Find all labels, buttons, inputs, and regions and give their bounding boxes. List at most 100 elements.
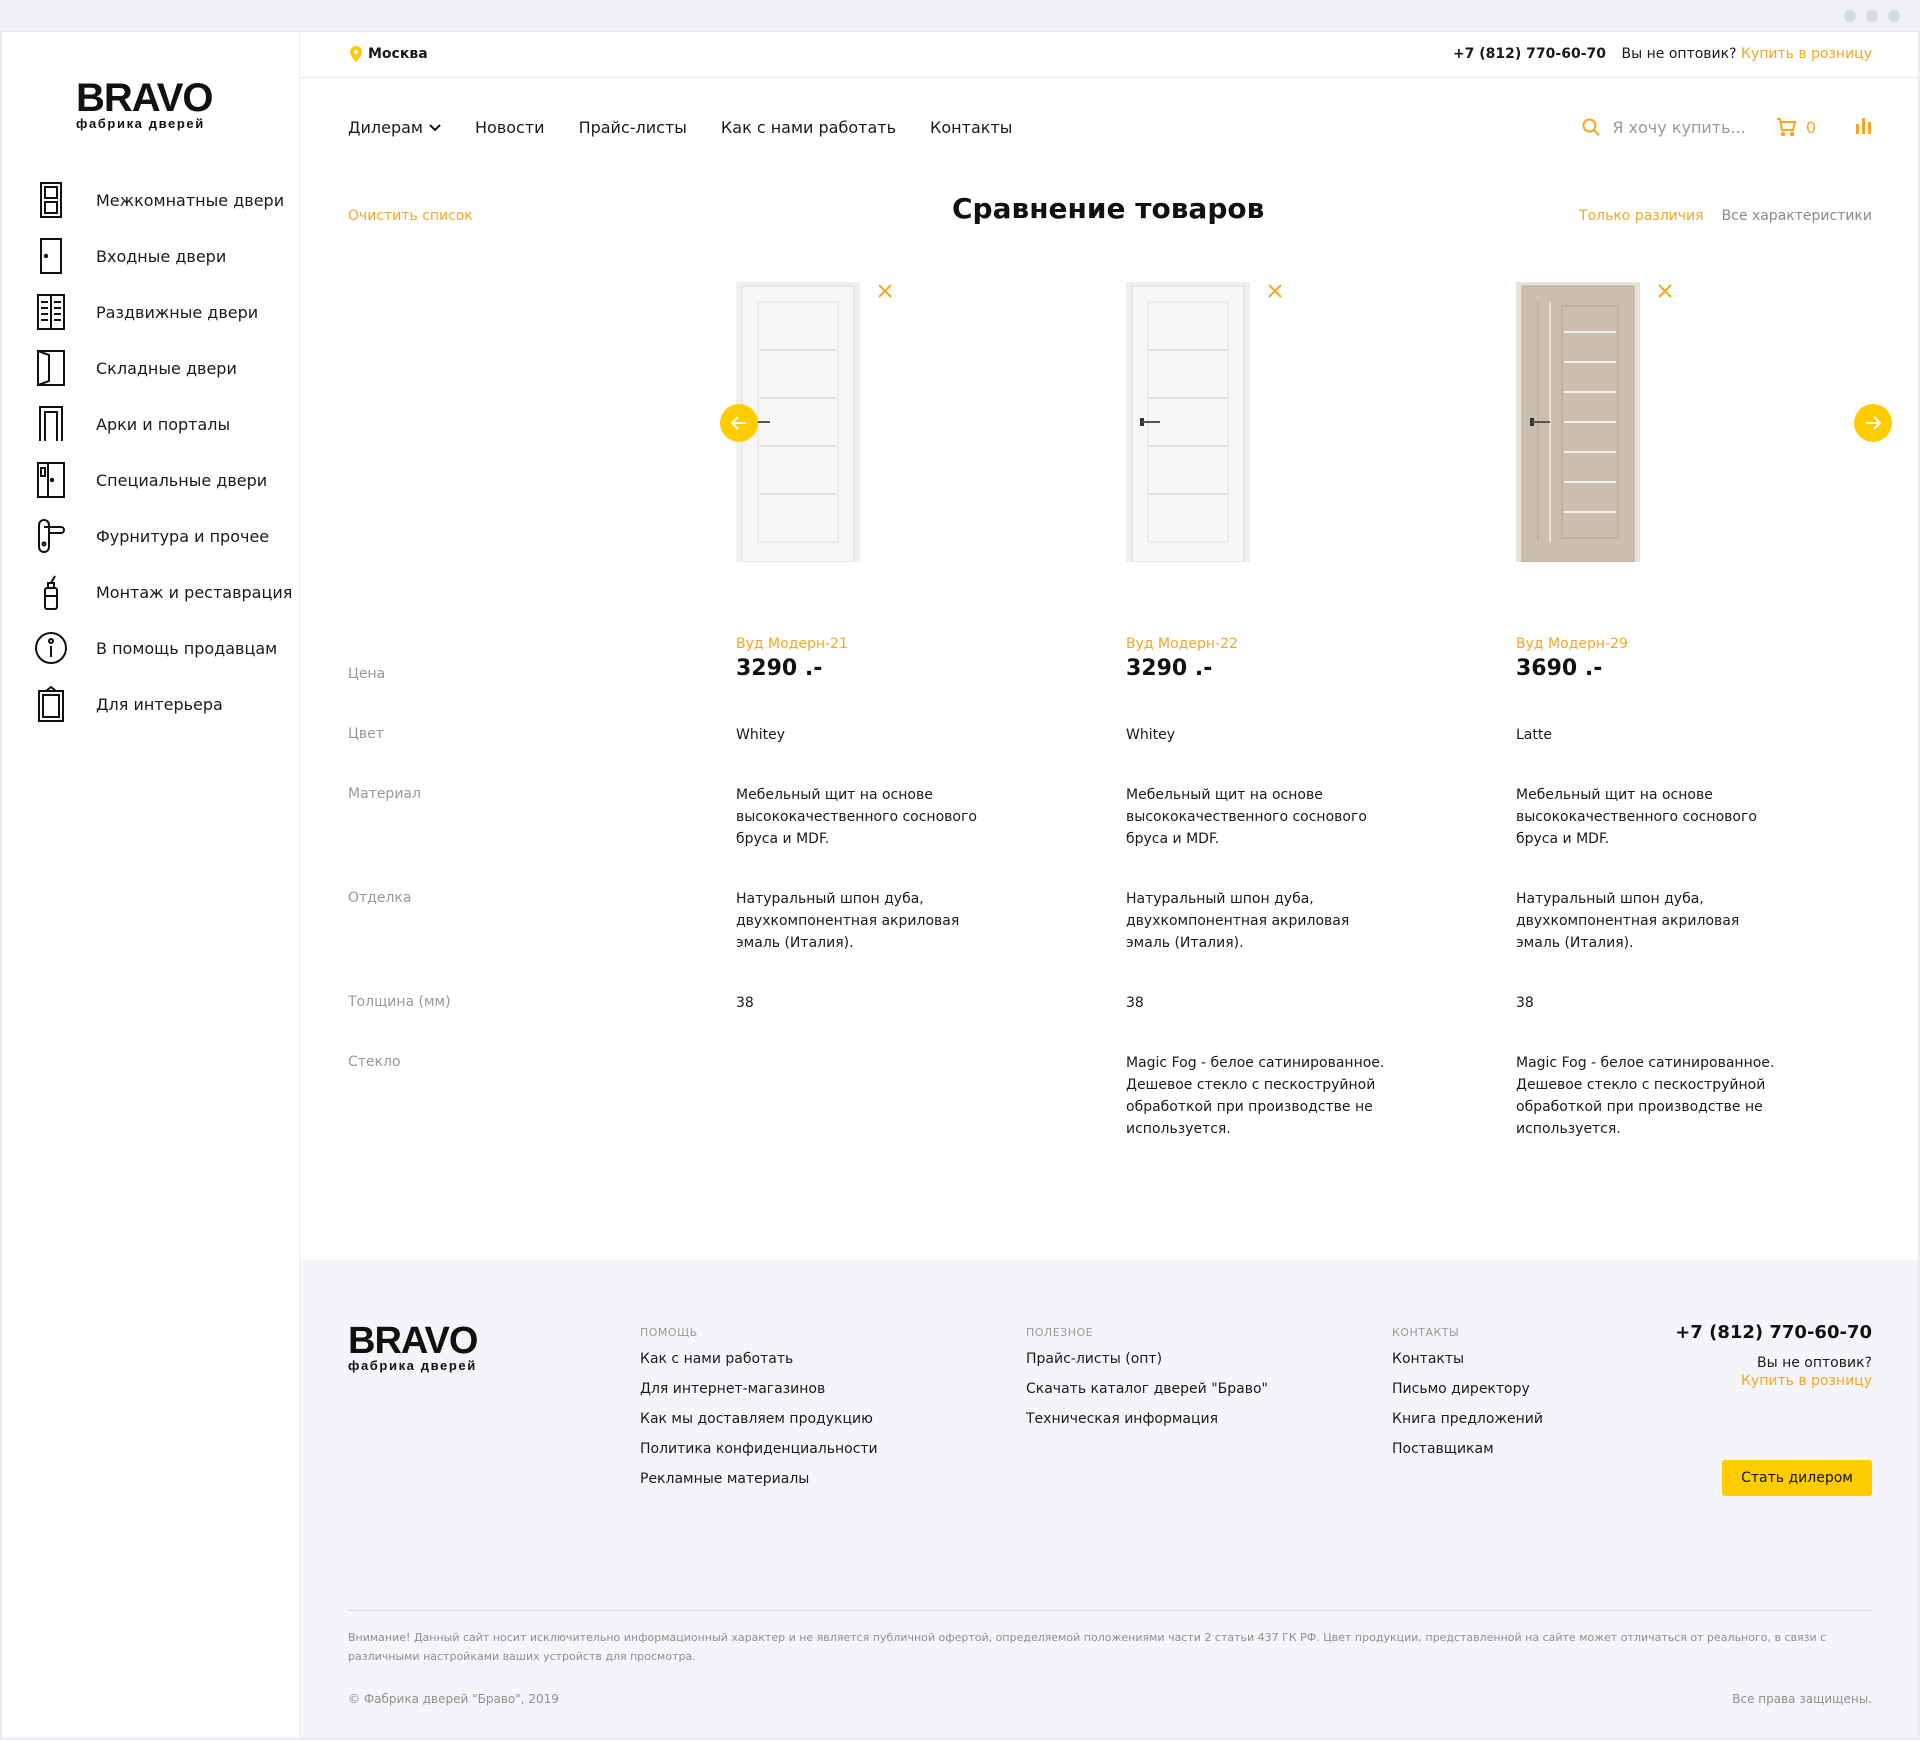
folding-door-icon [32, 348, 70, 388]
become-dealer-button[interactable]: Стать дилером [1722, 1460, 1872, 1496]
footer-link[interactable]: Прайс-листы (опт) [1026, 1351, 1268, 1381]
cart-button[interactable]: 0 [1776, 118, 1816, 137]
logo-tagline: фабрика дверей [76, 116, 205, 131]
footer-link[interactable]: Скачать каталог дверей "Браво" [1026, 1381, 1268, 1411]
interior-door-icon [32, 180, 70, 220]
footer-link[interactable]: Политика конфиденциальности [640, 1441, 878, 1471]
window-dot[interactable] [1866, 10, 1878, 22]
footer-link[interactable]: Техническая информация [1026, 1411, 1268, 1441]
arch-icon [32, 404, 70, 444]
remove-product-icon[interactable] [1656, 282, 1674, 300]
sidebar-item-label: Для интерьера [96, 694, 223, 714]
sidebar-item-installation[interactable]: Монтаж и реставрация [32, 564, 300, 620]
header-tools: Я хочу купить... 0 [1582, 116, 1872, 138]
footer-column-heading: ПОЛЕЗНОЕ [1026, 1326, 1094, 1339]
logo[interactable]: BRAVO фабрика дверей [76, 78, 213, 131]
footer-contacts-column: КОНТАКТЫ Контакты Письмо директору Книга… [1392, 1326, 1543, 1471]
not-wholesaler-text: Вы не оптовик? [1621, 46, 1737, 62]
sidebar-item-sliding-doors[interactable]: Раздвижные двери [32, 284, 300, 340]
door-leaf [741, 285, 855, 562]
page-title: Сравнение товаров [952, 192, 1265, 225]
product-name[interactable]: Вуд Модерн-21 [736, 636, 848, 652]
product-thickness: 38 [1126, 995, 1144, 1011]
product-price: 3290 .- [736, 656, 823, 681]
footer-link[interactable]: Контакты [1392, 1351, 1543, 1381]
sidebar-item-special-doors[interactable]: Специальные двери [32, 452, 300, 508]
product-material: Мебельный щит на основе высококачественн… [1126, 787, 1367, 847]
sidebar-item-arches[interactable]: Арки и порталы [32, 396, 300, 452]
nav-price-lists[interactable]: Прайс-листы [579, 118, 687, 137]
door-leaf [1521, 285, 1635, 562]
sidebar-item-interior[interactable]: Для интерьера [32, 676, 300, 732]
product-name[interactable]: Вуд Модерн-29 [1516, 636, 1628, 652]
footer-help-column: ПОМОЩЬ Как с нами работать Для интернет-… [640, 1326, 878, 1501]
nav-how-to-work[interactable]: Как с нами работать [721, 118, 896, 137]
door-image[interactable] [1516, 282, 1640, 562]
location-pin-icon [350, 46, 362, 62]
nav-contacts[interactable]: Контакты [930, 118, 1012, 137]
window-dot[interactable] [1844, 10, 1856, 22]
nav-label: Контакты [930, 118, 1013, 137]
door-leaf [1131, 285, 1245, 562]
nav-label: Дилерам [348, 118, 423, 137]
footer-link[interactable]: Для интернет-магазинов [640, 1381, 878, 1411]
product-glass: Magic Fog - белое сатинированное. Дешево… [1126, 1055, 1385, 1137]
sidebar-item-interior-doors[interactable]: Межкомнатные двери [32, 172, 300, 228]
only-differences-toggle[interactable]: Только различия [1579, 208, 1704, 224]
top-phone[interactable]: +7 (812) 770-60-70 [1453, 46, 1606, 62]
footer: BRAVO фабрика дверей ПОМОЩЬ Как с нами р… [300, 1260, 1918, 1738]
chevron-down-icon [429, 123, 441, 131]
prev-arrow-button[interactable] [720, 404, 758, 442]
footer-link[interactable]: Как мы доставляем продукцию [640, 1411, 878, 1441]
window-controls [1844, 10, 1900, 22]
nav-news[interactable]: Новости [475, 118, 545, 137]
footer-link[interactable]: Как с нами работать [640, 1351, 878, 1381]
cart-count: 0 [1805, 117, 1816, 137]
sidebar-item-hardware[interactable]: Фурнитура и прочее [32, 508, 300, 564]
spec-label-price: Цена [348, 666, 386, 682]
clear-list-link[interactable]: Очистить список [348, 208, 473, 224]
product-color: Whitey [736, 727, 785, 743]
window-dot[interactable] [1888, 10, 1900, 22]
arrow-left-icon [731, 416, 746, 430]
nav-label: Прайс-листы [578, 118, 687, 137]
sidebar-item-entrance-doors[interactable]: Входные двери [32, 228, 300, 284]
city-name: Москва [368, 46, 428, 62]
remove-product-icon[interactable] [1266, 282, 1284, 300]
topbar: Москва +7 (812) 770-60-70 Вы не оптовик?… [300, 32, 1918, 78]
footer-logo[interactable]: BRAVO фабрика дверей [348, 1322, 478, 1373]
footer-link[interactable]: Поставщикам [1392, 1441, 1543, 1471]
product-color: Whitey [1126, 727, 1175, 743]
sidebar-item-seller-help[interactable]: В помощь продавцам [32, 620, 300, 676]
sidebar-item-label: Арки и порталы [96, 414, 231, 434]
next-arrow-button[interactable] [1854, 404, 1892, 442]
remove-product-icon[interactable] [876, 282, 894, 300]
product-price: 3290 .- [1126, 656, 1213, 681]
sidebar-item-folding-doors[interactable]: Складные двери [32, 340, 300, 396]
product-color: Latte [1516, 727, 1552, 743]
search-icon [1582, 118, 1601, 136]
footer-contact-block: +7 (812) 770-60-70 Вы не оптовик? Купить… [1675, 1322, 1872, 1389]
retail-link[interactable]: Купить в розницу [1741, 46, 1872, 62]
search-input[interactable]: Я хочу купить... [1612, 118, 1745, 137]
door-handle-icon [32, 516, 70, 556]
nav-dealers[interactable]: Дилерам [348, 118, 441, 137]
footer-phone[interactable]: +7 (812) 770-60-70 [1675, 1322, 1872, 1343]
footer-retail-link[interactable]: Купить в розницу [1675, 1373, 1872, 1389]
product-name[interactable]: Вуд Модерн-22 [1126, 636, 1238, 652]
nav-label: Новости [475, 118, 545, 137]
sidebar-item-label: Фурнитура и прочее [96, 526, 270, 546]
sidebar-item-label: Межкомнатные двери [96, 190, 285, 210]
footer-link[interactable]: Книга предложений [1392, 1411, 1543, 1441]
product-glass: Magic Fog - белое сатинированное. Дешево… [1516, 1055, 1775, 1137]
footer-link[interactable]: Письмо директору [1392, 1381, 1543, 1411]
sidebar-item-label: Складные двери [96, 358, 237, 378]
sidebar-item-label: Монтаж и реставрация [96, 582, 293, 602]
footer-link[interactable]: Рекламные материалы [640, 1471, 878, 1501]
compare-button[interactable] [1856, 116, 1872, 138]
logo-tagline: фабрика дверей [348, 1358, 477, 1373]
city-selector[interactable]: Москва [350, 46, 428, 62]
search-box[interactable]: Я хочу купить... [1582, 118, 1746, 137]
door-image[interactable] [1126, 282, 1250, 562]
all-specs-toggle[interactable]: Все характеристики [1722, 208, 1872, 224]
